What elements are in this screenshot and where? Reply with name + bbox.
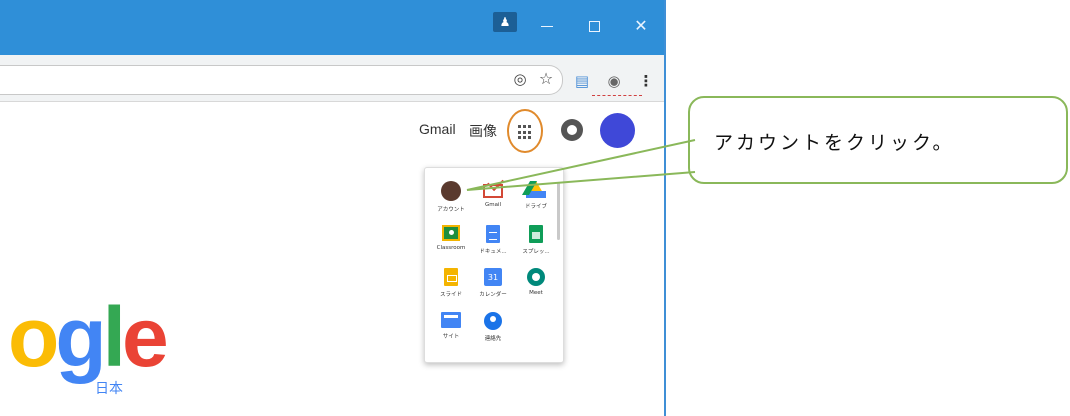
app-drive[interactable]: ドライブ: [513, 181, 559, 210]
profile-button[interactable]: ♟: [493, 12, 517, 32]
app-sites[interactable]: サイト: [428, 312, 474, 340]
app-contacts[interactable]: 連絡先: [470, 312, 516, 342]
app-label: Classroom: [436, 245, 466, 251]
docs-icon: [486, 225, 500, 243]
bookmark-star-icon[interactable]: ☆: [537, 70, 555, 88]
drive-icon: [526, 181, 546, 198]
minimize-button[interactable]: [532, 14, 562, 38]
apps-launcher-panel: アカウント Gmail ドライブ Classroom ドキュメ... スプレッ.…: [424, 167, 564, 363]
app-label: Gmail: [484, 202, 502, 208]
camera-icon[interactable]: ◉: [604, 71, 624, 91]
slides-icon: [444, 268, 458, 286]
sites-icon: [441, 312, 461, 328]
classroom-icon: [442, 225, 460, 241]
red-annotation-mark: [592, 95, 642, 100]
maximize-icon: [588, 21, 600, 32]
instruction-callout: アカウントをクリック。: [688, 96, 1068, 184]
close-button[interactable]: ✕: [626, 14, 656, 38]
app-classroom[interactable]: Classroom: [428, 225, 474, 251]
address-bar[interactable]: ◎ ☆: [0, 65, 563, 95]
account-avatar[interactable]: [600, 113, 635, 148]
app-label: ドキュメ...: [479, 249, 507, 255]
calendar-icon: 31: [484, 268, 502, 286]
app-gmail[interactable]: Gmail: [470, 181, 516, 208]
maximize-button[interactable]: [579, 14, 609, 38]
google-logo: ogle: [8, 290, 169, 384]
app-label: カレンダー: [479, 292, 507, 298]
app-label: スライド: [439, 292, 462, 298]
meet-icon: [527, 268, 545, 286]
gmail-icon: [483, 184, 503, 198]
app-label: スプレッ...: [522, 249, 550, 255]
location-target-icon[interactable]: ◎: [511, 70, 529, 88]
app-meet[interactable]: Meet: [513, 268, 559, 296]
app-calendar[interactable]: 31 カレンダー: [470, 268, 516, 298]
callout-text: アカウントをクリック。: [714, 132, 955, 154]
minimize-icon: [541, 26, 553, 27]
app-label: ドライブ: [524, 204, 547, 210]
app-account[interactable]: アカウント: [428, 181, 474, 213]
google-apps-button[interactable]: [507, 109, 543, 153]
extension-icon[interactable]: ▤: [572, 71, 592, 91]
more-menu-icon[interactable]: ⋮: [636, 71, 656, 91]
person-icon: ♟: [499, 15, 511, 29]
title-bar: ♟ ✕: [0, 0, 664, 55]
notifications-icon[interactable]: [561, 119, 583, 141]
contacts-icon: [484, 312, 502, 330]
images-link[interactable]: 画像: [469, 121, 497, 141]
browser-toolbar: ◎ ☆ ▤ ◉ ⋮: [0, 55, 664, 102]
app-docs[interactable]: ドキュメ...: [470, 225, 516, 255]
apps-grid-icon: [518, 125, 533, 140]
app-sheets[interactable]: スプレッ...: [513, 225, 559, 255]
close-icon: ✕: [634, 16, 648, 35]
browser-window: ♟ ✕ ◎ ☆ ▤ ◉ ⋮ Gmail 画像 アカウント Gmail ドライブ …: [0, 0, 666, 416]
app-label: Meet: [529, 290, 543, 296]
app-slides[interactable]: スライド: [428, 268, 474, 298]
app-label: 連絡先: [484, 336, 502, 342]
sheets-icon: [529, 225, 543, 243]
app-label: アカウント: [437, 207, 465, 213]
app-label: サイト: [442, 334, 460, 340]
account-icon: [441, 181, 461, 201]
logo-region-label: 日本: [95, 381, 123, 397]
gmail-link[interactable]: Gmail: [419, 121, 456, 137]
